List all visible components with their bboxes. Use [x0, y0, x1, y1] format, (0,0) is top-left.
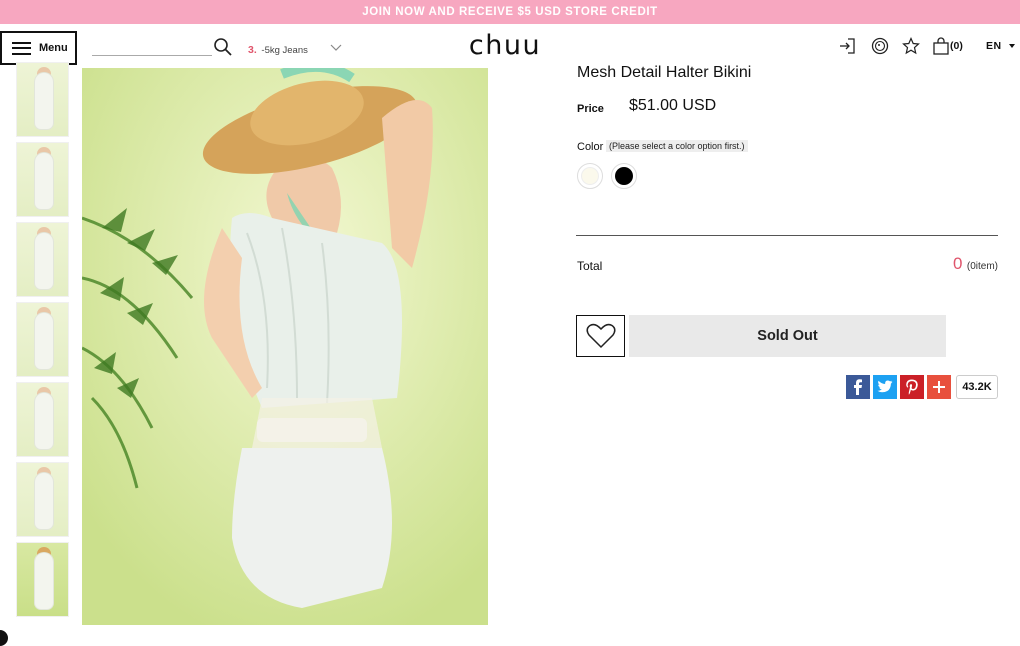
site-logo[interactable]: chuu: [465, 30, 545, 61]
color-swatch-ivory[interactable]: [577, 163, 603, 189]
search-icon[interactable]: [213, 37, 233, 57]
sold-out-button[interactable]: Sold Out: [629, 315, 946, 357]
cart-count[interactable]: (0): [950, 40, 963, 52]
product-main-image: [82, 68, 488, 625]
total-amount: 0: [952, 254, 963, 273]
trending-rank: 3.: [248, 44, 257, 56]
thumbnail-4[interactable]: [16, 302, 69, 377]
chevron-down-icon[interactable]: [330, 43, 342, 53]
menu-label: Menu: [39, 42, 68, 54]
more-share-button[interactable]: [927, 375, 951, 399]
color-label: Color: [577, 141, 604, 153]
product-title: Mesh Detail Halter Bikini: [577, 64, 752, 81]
total-value: 0 (0item): [953, 254, 998, 274]
price-label: Price: [577, 103, 604, 115]
total-label: Total: [577, 259, 603, 273]
language-selector[interactable]: EN: [986, 40, 1002, 52]
hamburger-icon: [12, 41, 31, 55]
section-divider: [576, 235, 998, 236]
page-corner-marker: [0, 630, 8, 646]
pinterest-icon: [906, 379, 918, 395]
heart-icon: [586, 323, 615, 349]
color-swatch-black[interactable]: [611, 163, 637, 189]
cart-icon[interactable]: [932, 37, 950, 55]
trending-term: -5kg Jeans: [261, 45, 308, 56]
thumbnail-6[interactable]: [16, 462, 69, 537]
trending-keyword[interactable]: 3. -5kg Jeans: [248, 44, 308, 56]
plus-icon: [933, 381, 945, 393]
site-header: Menu 3. -5kg Jeans chuu (0) EN: [0, 24, 1020, 70]
caret-down-icon[interactable]: [1009, 44, 1015, 48]
facebook-icon: [854, 379, 862, 395]
product-photo: [82, 68, 488, 625]
login-icon[interactable]: [838, 37, 856, 55]
share-count: 43.2K: [956, 375, 998, 399]
thumbnail-7[interactable]: [16, 542, 69, 617]
price-value: $51.00 USD: [629, 97, 717, 114]
thumbnail-3[interactable]: [16, 222, 69, 297]
star-icon[interactable]: [902, 37, 920, 55]
promo-banner[interactable]: JOIN NOW AND RECEIVE $5 USD STORE CREDIT: [0, 0, 1020, 24]
profile-icon[interactable]: [871, 37, 889, 55]
search-underline: [92, 55, 212, 56]
color-note: (Please select a color option first.): [606, 140, 748, 152]
twitter-icon: [877, 380, 893, 393]
thumbnail-5[interactable]: [16, 382, 69, 457]
twitter-share-button[interactable]: [873, 375, 897, 399]
search-input[interactable]: [92, 36, 210, 54]
thumbnail-2[interactable]: [16, 142, 69, 217]
facebook-share-button[interactable]: [846, 375, 870, 399]
pinterest-share-button[interactable]: [900, 375, 924, 399]
total-items: (0item): [966, 261, 998, 272]
wishlist-button[interactable]: [576, 315, 625, 357]
menu-button[interactable]: Menu: [0, 31, 77, 65]
thumbnail-1[interactable]: [16, 62, 69, 137]
